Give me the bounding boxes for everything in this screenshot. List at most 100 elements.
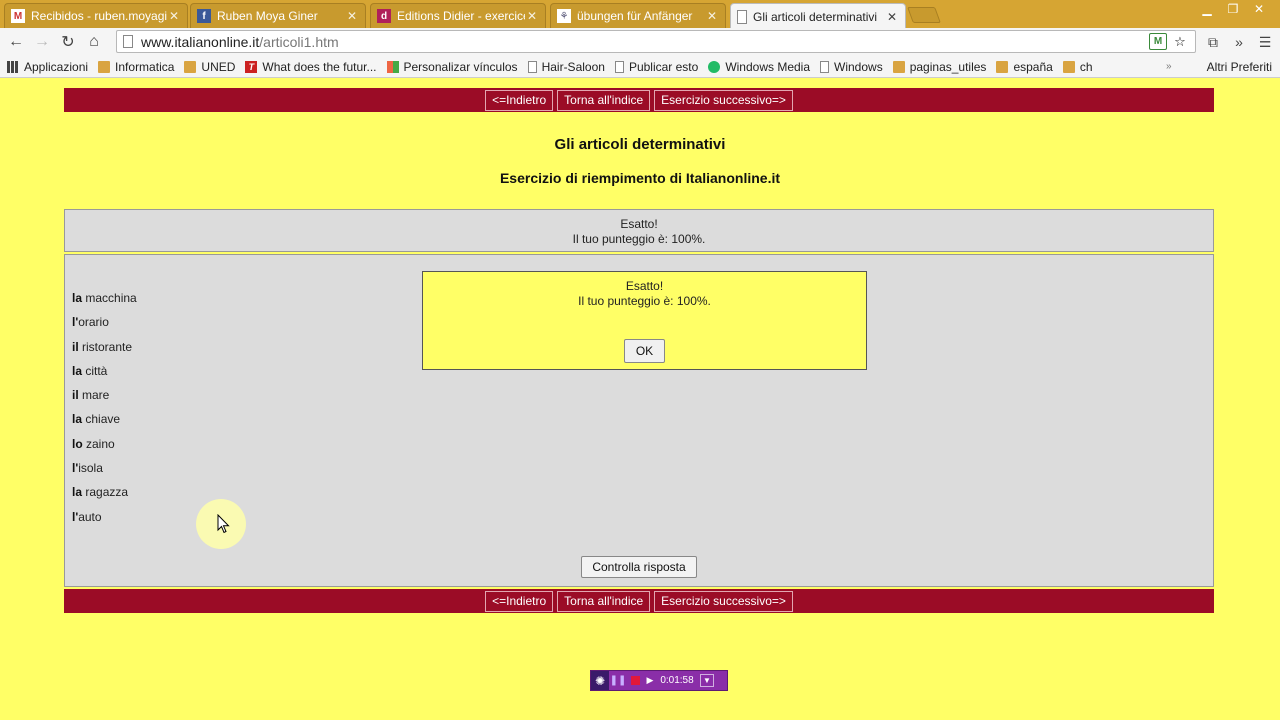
close-icon[interactable]: ✕ [167, 9, 181, 23]
bookmark-item[interactable]: Informatica [98, 60, 174, 74]
tab-title: Ruben Moya Giner [217, 9, 318, 23]
noun: ristorante [78, 339, 133, 354]
menu-icon[interactable]: ☰ [1254, 31, 1276, 53]
next-exercise-link[interactable]: Esercizio successivo=> [654, 89, 793, 111]
ok-button[interactable]: OK [624, 339, 665, 363]
close-icon[interactable]: ✕ [885, 10, 899, 24]
list-item: lo zaino [72, 437, 137, 461]
list-item: la città [72, 364, 137, 388]
maximize-icon[interactable]: ❐ [1220, 0, 1246, 18]
extension-icon[interactable]: M [1149, 33, 1167, 50]
bookmarks-overflow-icon[interactable]: » [1166, 61, 1172, 72]
article: la [72, 485, 83, 500]
back-arrow-icon[interactable]: ← [3, 29, 29, 55]
page-icon: ⚘ [557, 9, 571, 23]
index-link[interactable]: Torna all'indice [557, 89, 651, 111]
browser-toolbar: ← → ↻ ⌂ www.italianonline.it/articoli1.h… [0, 28, 1280, 56]
list-item: l'isola [72, 461, 137, 485]
bookmark-item[interactable]: Personalizar vínculos [386, 60, 518, 74]
tab-title: Gli articoli determinativi [753, 9, 878, 24]
page-icon [614, 60, 624, 73]
bookmark-item[interactable]: Windows [820, 60, 883, 74]
gmail-icon: M [11, 9, 25, 23]
tab-gmail[interactable]: M Recibidos - ruben.moyagiı ✕ [4, 3, 188, 28]
article: il [72, 339, 79, 354]
new-tab-button[interactable] [907, 7, 941, 23]
tab-strip: M Recibidos - ruben.moyagiı ✕ f Ruben Mo… [0, 0, 1280, 29]
bookmark-item[interactable]: Applicazioni [7, 60, 88, 74]
popup-message: Esatto! [625, 279, 664, 293]
close-icon[interactable]: ✕ [525, 9, 539, 23]
window-controls: ▁ ❐ ✕ [1194, 0, 1272, 18]
home-icon[interactable]: ⌂ [81, 29, 107, 55]
star-icon[interactable]: ☆ [1171, 33, 1189, 50]
popup-score: Il tuo punteggio è: 100%. [578, 294, 711, 308]
noun: zaino [82, 436, 115, 451]
pause-icon[interactable]: ❚❚ [609, 675, 627, 686]
noun: orario [78, 315, 109, 330]
page-icon [820, 60, 830, 73]
windows-icon [386, 60, 399, 73]
noun: mare [78, 388, 110, 403]
result-box: Esatto! Il tuo punteggio è: 100%. [64, 209, 1214, 252]
bookmark-item[interactable]: Publicar esto [614, 60, 698, 74]
bookmark-item[interactable]: T What does the futur... [245, 60, 377, 74]
back-link[interactable]: <=Indietro [485, 590, 554, 612]
url-path: /articoli1.htm [259, 33, 339, 50]
chevron-right-icon[interactable]: » [1228, 31, 1250, 53]
didier-icon: d [377, 9, 391, 23]
result-score: Il tuo punteggio è: 100%. [572, 232, 706, 246]
list-item: il ristorante [72, 340, 137, 364]
chevron-down-icon[interactable]: ▼ [700, 674, 714, 687]
url-host: www.italianonline.it [141, 33, 260, 50]
translate-icon[interactable]: ⧉ [1202, 31, 1224, 53]
page-icon [527, 60, 537, 73]
check-answer-button[interactable]: Controlla risposta [581, 556, 697, 578]
page-icon [737, 9, 747, 24]
close-icon[interactable]: ✕ [345, 9, 359, 23]
screen-recorder-bar: ✺ ❚❚ ▶ 0:01:58 ▼ [590, 670, 728, 691]
forward-arrow-icon[interactable]: → [29, 29, 55, 55]
play-icon[interactable]: ▶ [643, 675, 657, 686]
bookmark-item[interactable]: Hair-Saloon [527, 60, 605, 74]
other-bookmarks[interactable]: Altri Preferiti [1202, 60, 1272, 74]
address-bar[interactable]: www.italianonline.it/articoli1.htm M ☆ [116, 30, 1196, 53]
article: lo [72, 436, 83, 451]
article: la [72, 412, 83, 427]
back-link[interactable]: <=Indietro [485, 89, 554, 111]
tab-didier[interactable]: d Editions Didier - exercice: ✕ [370, 3, 546, 28]
tab-title: Recibidos - ruben.moyagiı [31, 9, 167, 23]
bookmark-item[interactable]: ch [1062, 60, 1093, 74]
reload-icon[interactable]: ↻ [55, 29, 81, 55]
bookmark-item[interactable]: Windows Media [708, 60, 810, 74]
minimize-icon[interactable]: ▁ [1194, 0, 1220, 18]
stop-icon[interactable] [627, 676, 643, 685]
tab-articoli[interactable]: Gli articoli determinativi ✕ [730, 3, 906, 29]
bookmark-item[interactable]: españa [996, 60, 1053, 74]
facebook-icon: f [197, 9, 211, 23]
page-icon [123, 35, 133, 48]
noun: isola [78, 461, 103, 476]
bookmark-item[interactable]: paginas_utiles [892, 60, 986, 74]
recorder-logo-icon: ✺ [591, 671, 609, 690]
recording-time: 0:01:58 [660, 675, 694, 686]
noun: città [82, 363, 108, 378]
list-item: la chiave [72, 412, 137, 436]
tab-ubungen[interactable]: ⚘ übungen für Anfänger ✕ [550, 3, 726, 28]
list-item: la macchina [72, 291, 137, 315]
folder-icon [892, 60, 905, 73]
tab-title: übungen für Anfänger [577, 9, 693, 23]
noun: ragazza [82, 485, 129, 500]
t-icon: T [245, 60, 258, 73]
tab-facebook[interactable]: f Ruben Moya Giner ✕ [190, 3, 366, 28]
index-link[interactable]: Torna all'indice [557, 590, 651, 612]
page-subtitle: Esercizio di riempimento di Italianonlin… [499, 170, 781, 186]
result-message: Esatto! [620, 217, 658, 231]
close-window-icon[interactable]: ✕ [1246, 0, 1272, 18]
bookmark-item[interactable]: UNED [184, 60, 235, 74]
close-icon[interactable]: ✕ [705, 9, 719, 23]
next-exercise-link[interactable]: Esercizio successivo=> [654, 590, 793, 612]
noun: chiave [82, 412, 121, 427]
article: il [72, 388, 79, 403]
word-list: la macchina l'orario il ristorante la ci… [72, 291, 137, 534]
